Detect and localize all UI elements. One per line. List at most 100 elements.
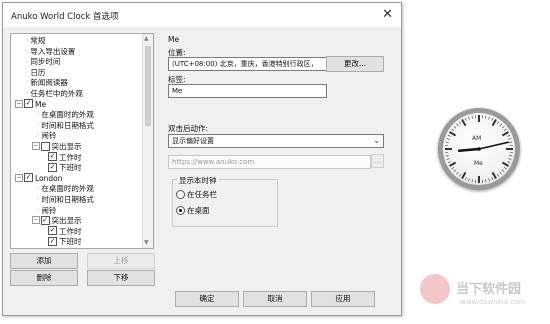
preferences-dialog: Anuko World Clock 首选项 ✕ · 常规 · 导入导出设置 · 同步时间 ·… bbox=[2, 2, 402, 316]
clock-tick bbox=[461, 171, 467, 179]
tree-item[interactable]: · 新闻阅读器 bbox=[26, 78, 68, 88]
radio-desktop[interactable]: 在桌面 bbox=[176, 205, 210, 216]
tree-checkbox[interactable]: ✓ bbox=[24, 173, 33, 183]
move-up-button[interactable]: 上移 bbox=[87, 253, 155, 269]
clock-tick bbox=[496, 173, 500, 177]
tree-item[interactable]: · 同步时间 bbox=[26, 57, 60, 67]
tree-checkbox[interactable]: ✓ bbox=[48, 226, 57, 236]
scroll-up-icon[interactable]: ▲ bbox=[144, 35, 149, 42]
tree-line-icon: · bbox=[37, 195, 40, 204]
move-down-button[interactable]: 下移 bbox=[87, 270, 155, 286]
browse-button[interactable]: ... bbox=[371, 154, 384, 168]
tree-checkbox[interactable]: ✓ bbox=[24, 99, 33, 109]
tree-item[interactable]: − 突出显示 bbox=[31, 141, 82, 152]
clock-tick bbox=[507, 134, 511, 137]
clock-hour-hand bbox=[457, 147, 481, 152]
tree-item-label: Me bbox=[35, 99, 47, 109]
settings-tree[interactable]: · 常规 · 导入导出设置 · 同步时间 · 日历 · 新闻阅读器 · 任务栏中的外观 − ✓ Me · 在桌面… bbox=[10, 33, 154, 249]
tree-item[interactable]: ✓ 下班时 bbox=[48, 236, 82, 247]
clock-name-label: Me bbox=[474, 160, 483, 167]
clock-face: AM Me bbox=[443, 113, 515, 185]
tree-item[interactable]: − ✓ 突出显示 bbox=[31, 215, 82, 226]
tree-toggle-icon[interactable]: − bbox=[15, 173, 23, 182]
delete-button[interactable]: 删除 bbox=[10, 270, 78, 286]
clock-tick bbox=[458, 173, 462, 177]
clock-tick bbox=[468, 116, 470, 120]
clock-tick bbox=[446, 138, 450, 140]
radio-button-selected-icon[interactable] bbox=[176, 205, 185, 215]
tree-item[interactable]: · 闹铃 bbox=[37, 206, 56, 216]
tree-item[interactable]: · 导入导出设置 bbox=[26, 47, 75, 57]
tree-item-label: London bbox=[35, 173, 63, 183]
tree-item[interactable]: · 时间和日期格式 bbox=[37, 121, 94, 131]
tree-line-icon: · bbox=[26, 36, 29, 45]
title-bar: Anuko World Clock 首选项 ✕ bbox=[3, 3, 401, 27]
clock-tick bbox=[509, 141, 513, 143]
tree-checkbox[interactable]: ✓ bbox=[40, 215, 50, 225]
cancel-button[interactable]: 取消 bbox=[243, 291, 307, 307]
tree-line-icon: · bbox=[26, 78, 29, 88]
tree-checkbox[interactable]: ✓ bbox=[48, 152, 57, 162]
tree-scrollbar[interactable]: ▲ ▼ bbox=[142, 34, 153, 248]
clock-tick bbox=[464, 117, 467, 121]
desktop-clock[interactable]: AM Me bbox=[438, 108, 520, 190]
tree-checkbox[interactable]: ✓ bbox=[48, 162, 57, 172]
clock-tick bbox=[501, 126, 505, 129]
tree-item[interactable]: ✓ 工作时 bbox=[48, 226, 82, 237]
change-button[interactable]: 更改... bbox=[326, 56, 384, 72]
clock-center-cap bbox=[477, 147, 481, 151]
tree-checkbox[interactable] bbox=[40, 141, 50, 151]
tree-item[interactable]: · 日历 bbox=[26, 68, 45, 78]
close-icon[interactable]: ✕ bbox=[382, 7, 393, 22]
tree-item-label: 在桌面时的外观 bbox=[41, 184, 94, 194]
tree-item[interactable]: · 在桌面时的外观 bbox=[37, 184, 94, 194]
clock-minute-hand bbox=[478, 141, 510, 150]
scrollbar-thumb[interactable] bbox=[145, 46, 151, 126]
tree-toggle-icon[interactable]: − bbox=[31, 142, 40, 150]
tree-line-icon: · bbox=[37, 184, 40, 194]
tree-item-label: 在桌面时的外观 bbox=[41, 110, 94, 120]
radio-taskbar[interactable]: 在任务栏 bbox=[176, 189, 217, 200]
clock-tick bbox=[501, 161, 509, 167]
tree-item[interactable]: ✓ 下班时 bbox=[48, 162, 82, 173]
tree-item-label: 常规 bbox=[30, 36, 46, 45]
tree-item-label: 下班时 bbox=[59, 163, 82, 173]
clock-tick bbox=[499, 123, 502, 127]
clock-tick bbox=[471, 115, 473, 119]
tree-toggle-icon[interactable]: − bbox=[31, 216, 40, 225]
clock-tick bbox=[456, 123, 459, 127]
ok-button[interactable]: 确定 bbox=[175, 291, 239, 307]
tree-toggle-icon[interactable]: − bbox=[15, 99, 23, 108]
clock-tick bbox=[447, 161, 451, 164]
tag-input[interactable]: Me bbox=[168, 84, 327, 98]
clock-tick bbox=[491, 171, 497, 179]
radio-desktop-label: 在桌面 bbox=[187, 206, 210, 215]
tree-item[interactable]: · 在桌面时的外观 bbox=[37, 110, 94, 120]
tree-item[interactable]: · 时间和日期格式 bbox=[37, 195, 94, 205]
tree-line-icon: · bbox=[37, 120, 40, 130]
tree-item-label: 下班时 bbox=[59, 237, 82, 247]
tree-item[interactable]: · 任务栏中的外观 bbox=[26, 89, 83, 99]
url-input[interactable]: https://www.anuko.com bbox=[168, 155, 371, 169]
tree-item[interactable]: ✓ 工作时 bbox=[48, 152, 82, 163]
clock-tick bbox=[445, 141, 449, 143]
scroll-down-icon[interactable]: ▼ bbox=[144, 239, 149, 246]
tree-item-label: 闹铃 bbox=[41, 205, 57, 215]
location-field[interactable]: (UTC+08:00) 北京，重庆，香港特别行政区， bbox=[168, 57, 327, 71]
clock-ticks bbox=[445, 115, 513, 183]
tree-item-label: 新闻阅读器 bbox=[30, 78, 68, 88]
tree-line-icon: · bbox=[37, 110, 40, 120]
tree-item[interactable]: − ✓ Me bbox=[15, 99, 47, 110]
tree-item[interactable]: − ✓ London bbox=[15, 173, 63, 184]
clock-tick bbox=[451, 128, 455, 132]
add-button[interactable]: 添加 bbox=[10, 253, 78, 269]
tree-item[interactable]: · 常规 bbox=[26, 36, 45, 46]
radio-button-icon[interactable] bbox=[176, 189, 185, 199]
apply-button[interactable]: 应用 bbox=[311, 291, 375, 307]
dblclick-action-select[interactable]: 显示偏好设置 ⌄ bbox=[168, 134, 384, 148]
clock-tick bbox=[501, 169, 505, 172]
tree-item[interactable]: · 闹铃 bbox=[37, 131, 56, 141]
tree-item-label: 同步时间 bbox=[30, 57, 61, 67]
tree-checkbox[interactable]: ✓ bbox=[48, 236, 57, 246]
tree-line-icon: · bbox=[37, 131, 40, 141]
